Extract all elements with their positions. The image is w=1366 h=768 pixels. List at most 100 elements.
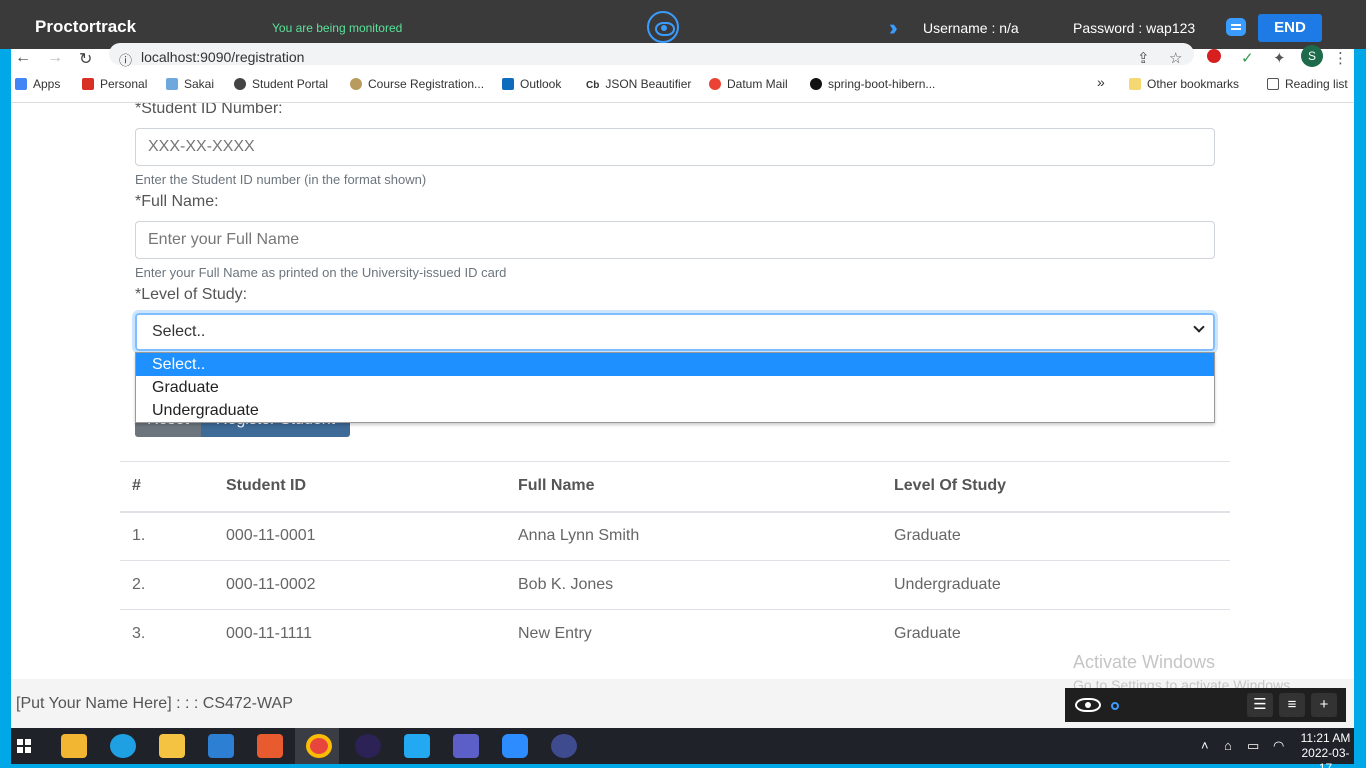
hamburger-menu-icon[interactable]: ≡ (1279, 693, 1305, 717)
activate-windows-watermark: Activate Windows Go to Settings to activ… (1073, 652, 1294, 693)
umbrella-icon (350, 78, 362, 90)
bookmark-student-portal[interactable]: Student Portal (234, 77, 328, 91)
bookmark-outlook[interactable]: Outlook (502, 77, 561, 91)
info-icon[interactable]: ⓘ (119, 50, 132, 69)
end-button[interactable]: END (1258, 14, 1322, 42)
sakai-icon (166, 78, 178, 90)
cell-level: Graduate (882, 511, 1230, 561)
level-of-study-select[interactable]: Select.. (135, 313, 1215, 351)
bookmarks-overflow-icon[interactable]: » (1097, 74, 1105, 90)
cell-level: Undergraduate (882, 560, 1230, 610)
chevron-right-icon[interactable]: ›› (889, 15, 897, 41)
reading-list-icon (1267, 78, 1279, 90)
cell-full-name: New Entry (518, 625, 592, 643)
proctortrack-app-icon[interactable] (551, 734, 577, 758)
battery-icon[interactable]: ▭ (1247, 738, 1259, 754)
menu-icon[interactable]: ⋮ (1333, 49, 1348, 67)
reading-list-button[interactable]: Reading list (1267, 77, 1348, 91)
puzzle-icon[interactable]: ✦ (1273, 49, 1286, 67)
watermark-title: Activate Windows (1073, 652, 1216, 672)
outlook-icon (502, 78, 514, 90)
cell-number: 2. (120, 560, 214, 610)
globe-icon (234, 78, 246, 90)
chevron-up-icon[interactable]: ˄ (1201, 738, 1209, 753)
bookmark-other[interactable]: Other bookmarks (1129, 77, 1239, 91)
student-id-help: Enter the Student ID number (in the form… (135, 172, 427, 187)
table-row: 3. 000-11-1111 New Entry Graduate (120, 610, 1230, 659)
opera-extension-icon[interactable] (1207, 49, 1221, 63)
bookmark-sakai[interactable]: Sakai (166, 77, 214, 91)
table-row: 1. 000-11-0001 Anna Lynn Smith Graduate (120, 511, 1230, 561)
cb-icon: Cb (586, 80, 600, 91)
address-bar-row: ← → ↻ ⓘ localhost:9090/registration ⇪ ☆ … (11, 43, 1354, 69)
bookmark-apps[interactable]: Apps (15, 77, 60, 91)
edge-icon[interactable] (110, 734, 136, 758)
proctortrack-widget: ☰ ≡ + (1065, 688, 1346, 722)
header-level-of-study: Level Of Study (882, 461, 1230, 513)
students-table: # Student ID Full Name Level Of Study 1.… (120, 461, 1230, 659)
table-header-row: # Student ID Full Name Level Of Study (120, 461, 1230, 513)
registration-page: *Student ID Number: XXX-XX-XXXX Enter th… (11, 103, 1354, 679)
chrome-icon[interactable] (306, 734, 332, 758)
google-icon (709, 78, 721, 90)
url-text[interactable]: localhost:9090/registration (141, 49, 304, 65)
teams-icon[interactable] (453, 734, 479, 758)
full-name-help: Enter your Full Name as printed on the U… (135, 265, 507, 280)
wifi-icon[interactable]: ◠ (1273, 738, 1284, 754)
star-icon[interactable]: ☆ (1169, 49, 1182, 67)
bookmark-json-beautifier[interactable]: Cb JSON Beautifier (586, 77, 691, 91)
select-value: Select.. (152, 323, 206, 340)
profile-avatar[interactable]: S (1301, 45, 1323, 67)
proctortrack-brand: Proctortrack (35, 17, 137, 36)
browser-chrome: ← → ↻ ⓘ localhost:9090/registration ⇪ ☆ … (11, 43, 1354, 103)
bookmark-course-registration[interactable]: Course Registration... (350, 77, 484, 91)
bookmark-personal[interactable]: Personal (82, 77, 147, 91)
share-icon[interactable]: ⇪ (1137, 49, 1150, 67)
bookmarks-bar: Apps Personal Sakai Student Portal Cours… (11, 73, 1354, 95)
store-icon[interactable] (61, 734, 87, 758)
proctortrack-bar: Proctortrack You are being monitored ›› … (0, 0, 1366, 49)
student-id-input[interactable]: XXX-XX-XXXX (135, 128, 1215, 166)
cell-number: 1. (120, 511, 214, 561)
chat-icon[interactable]: ☰ (1247, 693, 1273, 717)
header-full-name: Full Name (506, 461, 882, 513)
forward-icon[interactable]: → (47, 49, 63, 67)
windows-taskbar: ˄ ⌂ ▭ ◠ 11:21 AM 2022-03-17 (11, 728, 1354, 768)
vscode-icon[interactable] (404, 734, 430, 758)
reload-icon[interactable]: ↻ (79, 49, 92, 69)
windows-start-icon[interactable] (17, 739, 31, 753)
cell-student-id: 000-11-1111 (226, 625, 312, 643)
back-icon[interactable]: ← (15, 49, 31, 67)
eye-icon (647, 11, 679, 43)
chat-icon[interactable] (1226, 18, 1246, 36)
option-select[interactable]: Select.. (136, 353, 1214, 376)
intellij-icon[interactable] (257, 734, 283, 758)
eclipse-icon[interactable] (355, 734, 381, 758)
eye-icon (1075, 698, 1101, 712)
header-number: # (120, 461, 214, 513)
mail-icon[interactable] (208, 734, 234, 758)
cell-full-name: Bob K. Jones (506, 560, 882, 610)
bookmark-spring-boot[interactable]: spring-boot-hibern... (810, 77, 935, 91)
apps-icon (15, 78, 27, 90)
recording-indicator-icon (1111, 702, 1119, 710)
extension-icon[interactable]: ✓ (1241, 49, 1254, 67)
option-undergraduate[interactable]: Undergraduate (136, 399, 1214, 422)
meet-now-icon[interactable]: ⌂ (1224, 738, 1232, 753)
header-student-id: Student ID (214, 461, 506, 513)
option-graduate[interactable]: Graduate (136, 376, 1214, 399)
file-explorer-icon[interactable] (159, 734, 185, 758)
full-name-input[interactable]: Enter your Full Name (135, 221, 1215, 259)
cell-student-id: 000-11-0001 (214, 511, 506, 561)
taskbar-clock[interactable]: 11:21 AM 2022-03-17 (1297, 731, 1354, 768)
username-display: Username : n/a (923, 20, 1019, 36)
cell-student-id: 000-11-0002 (214, 560, 506, 610)
plus-icon[interactable]: + (1311, 693, 1337, 717)
table-row: 2. 000-11-0002 Bob K. Jones Undergraduat… (120, 560, 1230, 610)
bookmark-datum-mail[interactable]: Datum Mail (709, 77, 788, 91)
level-of-study-dropdown: Select.. Graduate Undergraduate (135, 352, 1215, 423)
student-id-label: *Student ID Number: (135, 103, 283, 117)
chevron-down-icon (1193, 321, 1205, 333)
zoom-icon[interactable] (502, 734, 528, 758)
gmail-icon (82, 78, 94, 90)
